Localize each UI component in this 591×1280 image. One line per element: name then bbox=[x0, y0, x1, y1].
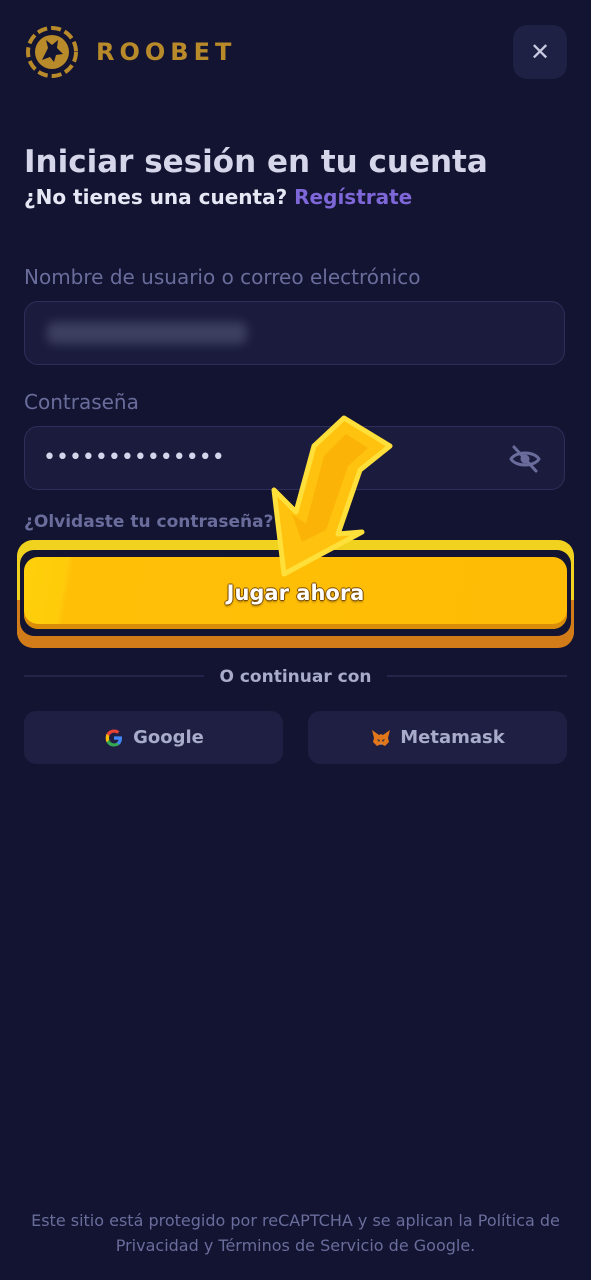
eye-slash-icon[interactable] bbox=[508, 443, 542, 475]
password-value: •••••••••••••• bbox=[43, 445, 225, 470]
forgot-password-link[interactable]: ¿Olvidaste tu contraseña? bbox=[24, 511, 273, 533]
page-title: Iniciar sesión en tu cuenta bbox=[24, 144, 488, 180]
close-button[interactable]: ✕ bbox=[513, 25, 567, 79]
brand-name: ROOBET bbox=[96, 38, 237, 66]
continue-with-text: O continuar con bbox=[219, 667, 372, 687]
metamask-label: Metamask bbox=[400, 727, 505, 748]
google-login-button[interactable]: Google bbox=[24, 711, 283, 764]
username-field[interactable] bbox=[24, 301, 565, 365]
recaptcha-notice: Este sitio está protegido por reCAPTCHA … bbox=[31, 1211, 560, 1255]
play-now-button[interactable]: Jugar ahora bbox=[24, 557, 567, 629]
username-value-blurred bbox=[47, 322, 247, 344]
google-label: Google bbox=[133, 727, 204, 748]
password-label: Contraseña bbox=[24, 390, 139, 414]
no-account-text: ¿No tienes una cuenta? bbox=[24, 185, 288, 209]
metamask-icon bbox=[372, 729, 391, 746]
play-now-label: Jugar ahora bbox=[226, 581, 365, 605]
no-account-prompt: ¿No tienes una cuenta? Regístrate bbox=[24, 184, 412, 210]
register-link[interactable]: Regístrate bbox=[294, 185, 412, 209]
metamask-login-button[interactable]: Metamask bbox=[308, 711, 567, 764]
roobet-logo-icon bbox=[26, 26, 78, 78]
close-icon: ✕ bbox=[529, 38, 551, 66]
google-icon bbox=[105, 729, 123, 746]
username-label: Nombre de usuario o correo electrónico bbox=[24, 265, 421, 289]
password-field[interactable]: •••••••••••••• bbox=[24, 426, 565, 490]
